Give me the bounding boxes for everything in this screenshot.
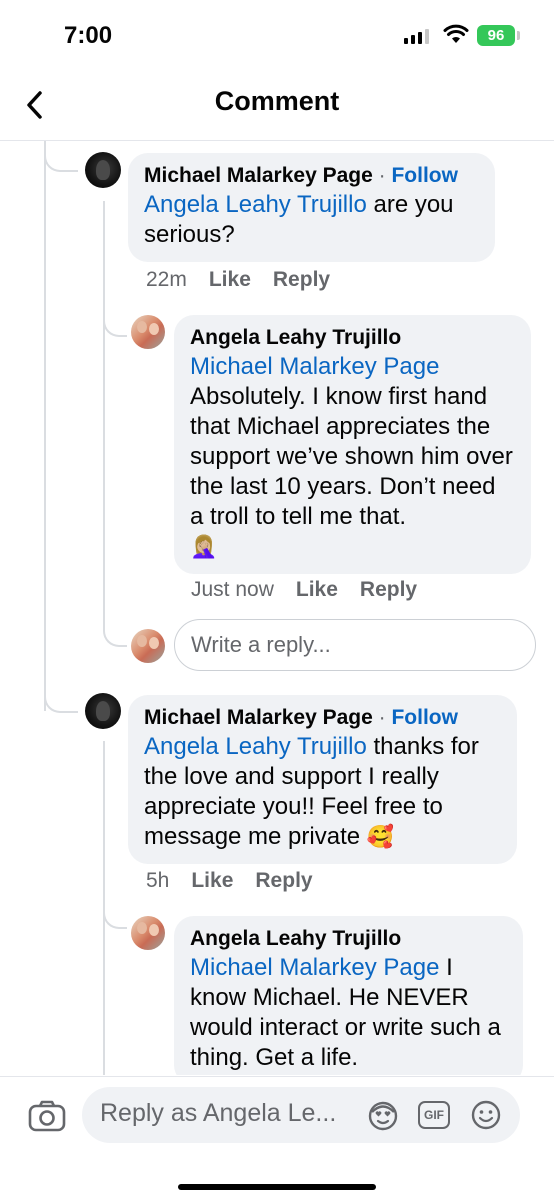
avatar[interactable] [85,693,121,729]
comment-time: 22m [146,268,187,291]
battery-cap [517,31,520,40]
comment-bubble[interactable]: Michael Malarkey Page · Follow Angela Le… [128,153,495,262]
battery-icon: 96 [477,25,515,46]
like-button[interactable]: Like [191,869,233,892]
avatar[interactable] [131,916,165,950]
follow-button[interactable]: Follow [391,706,458,729]
status-time: 7:00 [64,22,113,49]
separator: · [378,706,386,729]
comment-text: Angela Leahy Trujillo thanks for the lov… [144,732,501,852]
thread-line [44,141,46,711]
reply-field[interactable]: Reply as Angela Le... GIF [82,1087,520,1143]
page-title: Comment [214,86,340,116]
comment-actions: 22m Like Reply [146,268,330,292]
mention-link[interactable]: Michael Malarkey Page [190,954,439,981]
thread-line [103,201,105,627]
reply-button[interactable]: Reply [273,268,330,291]
comment-actions: 5h Like Reply [146,869,313,893]
like-button[interactable]: Like [296,578,338,601]
avatar[interactable] [85,152,121,188]
wifi-icon [443,24,469,43]
comment-text: Angela Leahy Trujillo are you serious? [144,190,479,250]
gif-icon[interactable]: GIF [418,1101,450,1129]
reply-button[interactable]: Reply [360,578,417,601]
comment-text: Michael Malarkey Page I know Michael. He… [190,953,507,1073]
smiling-face-hearts-emoji: 🥰 [366,824,395,849]
comment-body: Absolutely. I know first hand that Micha… [190,383,513,530]
status-bar: 7:00 96 [0,0,554,64]
comment-actions: Just now Like Reply [191,578,417,602]
comment-thread[interactable]: Michael Malarkey Page · Follow Angela Le… [0,141,554,1075]
avatar[interactable] [131,315,165,349]
thread-connector [103,311,127,337]
comment-bubble[interactable]: Angela Leahy Trujillo Michael Malarkey P… [174,916,523,1075]
comment-bubble[interactable]: Angela Leahy Trujillo Michael Malarkey P… [174,315,531,574]
separator: · [378,164,386,187]
thread-connector [103,621,127,647]
thread-connector [44,681,78,713]
avatar [131,629,165,663]
mention-link[interactable]: Angela Leahy Trujillo [144,191,367,218]
comment-author-line: Michael Malarkey Page · Follow [144,704,501,732]
reply-composer: Reply as Angela Le... GIF [0,1076,554,1201]
comment-author[interactable]: Angela Leahy Trujillo [190,925,507,953]
follow-button[interactable]: Follow [391,164,458,187]
camera-icon[interactable] [28,1099,66,1133]
mention-link[interactable]: Michael Malarkey Page [190,353,439,380]
mention-link[interactable]: Angela Leahy Trujillo [144,733,367,760]
reply-button[interactable]: Reply [255,869,312,892]
comment-author-line: Michael Malarkey Page · Follow [144,162,479,190]
like-button[interactable]: Like [209,268,251,291]
comment-time: 5h [146,869,170,892]
header: Comment [0,70,554,141]
comment-author[interactable]: Michael Malarkey Page [144,706,373,729]
comment-author[interactable]: Angela Leahy Trujillo [190,324,515,352]
comment-bubble[interactable]: Michael Malarkey Page · Follow Angela Le… [128,695,517,864]
comment-author[interactable]: Michael Malarkey Page [144,164,373,187]
facepalm-emoji: 🤦🏼‍♀️ [190,534,218,559]
thread-connector [103,903,127,929]
signal-icon [404,29,429,44]
comment-text: Michael Malarkey Page Absolutely. I know … [190,352,515,562]
reply-input[interactable]: Write a reply... [174,619,536,671]
avatar-sticker-icon[interactable] [366,1099,400,1131]
emoji-icon[interactable] [470,1099,502,1131]
thread-connector [44,141,78,172]
reply-field-placeholder: Reply as Angela Le... [100,1099,337,1127]
comment-time: Just now [191,578,274,601]
home-indicator [178,1184,376,1190]
